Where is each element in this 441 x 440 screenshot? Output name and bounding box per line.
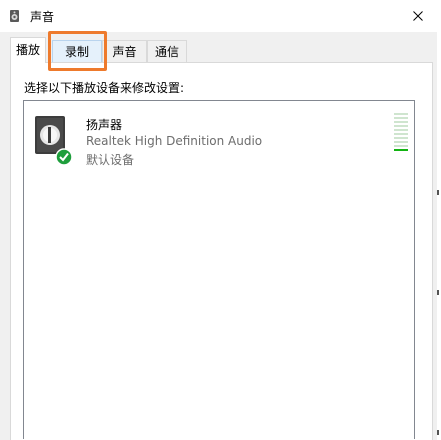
- meter-bar: [394, 121, 408, 123]
- device-list[interactable]: 扬声器 Realtek High Definition Audio 默认设备: [23, 100, 415, 439]
- device-name: 扬声器: [86, 118, 123, 132]
- meter-bar: [394, 145, 408, 147]
- meter-bar: [394, 125, 408, 127]
- volume-level-meter: [394, 113, 408, 153]
- default-check-icon: [55, 148, 73, 165]
- tab-label: 播放: [15, 43, 40, 57]
- tab-label: 声音: [112, 45, 137, 59]
- device-description: Realtek High Definition Audio: [86, 134, 263, 148]
- tab-label: 通信: [154, 45, 179, 59]
- tab-playback[interactable]: 播放: [10, 37, 46, 63]
- tab-communications[interactable]: 通信: [147, 40, 187, 62]
- annotation-highlight-box: [48, 31, 107, 71]
- meter-bar: [394, 141, 408, 143]
- tab-panel: 选择以下播放设备来修改设置: 扬声器 Realtek High Definiti…: [10, 62, 433, 440]
- meter-bar: [394, 149, 408, 151]
- meter-bar: [394, 117, 408, 119]
- tab-sounds[interactable]: 声音: [102, 40, 147, 62]
- window-edge-mark: [437, 190, 439, 195]
- meter-bar: [394, 137, 408, 139]
- instruction-text: 选择以下播放设备来修改设置:: [24, 81, 185, 95]
- meter-bar: [394, 133, 408, 135]
- speaker-device-icon: [35, 116, 73, 165]
- window-edge-mark: [437, 430, 439, 435]
- window-title: 声音: [30, 10, 55, 24]
- window-edge-mark: [437, 290, 439, 295]
- meter-bar: [394, 113, 408, 115]
- title-bar: 声音: [0, 0, 441, 32]
- close-icon: [413, 11, 423, 21]
- device-status: 默认设备: [86, 153, 135, 167]
- speaker-icon: [10, 10, 19, 22]
- close-button[interactable]: [395, 0, 441, 32]
- meter-bar: [394, 129, 408, 131]
- window-edge: [437, 32, 441, 440]
